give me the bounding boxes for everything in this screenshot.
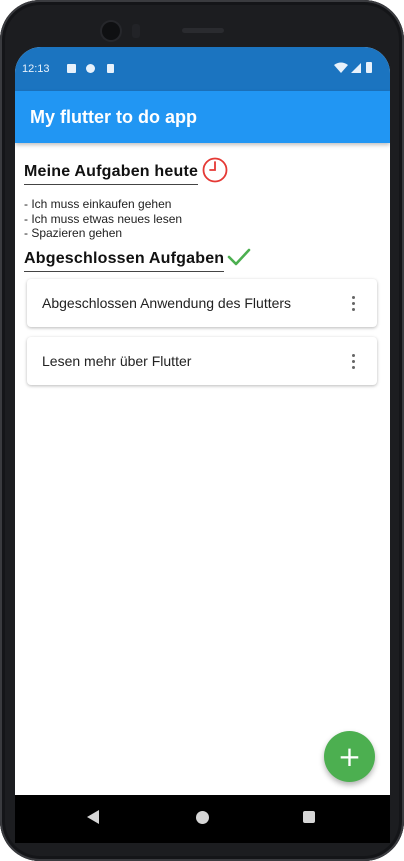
task-item: - Spazieren gehen bbox=[24, 226, 123, 240]
today-heading-text: Meine Aufgaben heute bbox=[24, 163, 199, 180]
front-camera bbox=[102, 22, 120, 40]
task-item: - Ich muss etwas neues lesen bbox=[24, 211, 183, 226]
today-heading: Meine Aufgaben heute bbox=[24, 163, 199, 185]
status-bar: 12:13 bbox=[15, 47, 390, 91]
plus-icon: + bbox=[337, 740, 362, 773]
home-icon[interactable] bbox=[196, 811, 209, 824]
today-task-list: - Ich muss einkaufen gehen - Ich muss et… bbox=[24, 197, 182, 241]
notification-a-icon bbox=[67, 64, 76, 73]
checkmark-icon bbox=[227, 248, 251, 266]
signal-icon bbox=[351, 63, 361, 73]
add-task-button[interactable]: + bbox=[324, 731, 375, 782]
status-right-icons bbox=[334, 62, 372, 73]
more-vert-icon[interactable] bbox=[343, 351, 363, 371]
recent-apps-icon[interactable] bbox=[303, 811, 315, 823]
back-icon[interactable] bbox=[87, 810, 99, 824]
battery-icon bbox=[366, 62, 372, 73]
clock-icon bbox=[202, 157, 228, 183]
completed-heading-text: Abgeschlossen Aufgaben bbox=[24, 250, 225, 267]
completed-heading: Abgeschlossen Aufgaben bbox=[24, 250, 225, 272]
app-bar: My flutter to do app bbox=[15, 91, 390, 143]
completed-card-text: Abgeschlossen Anwendung des Flutters bbox=[42, 295, 292, 311]
status-time: 12:13 bbox=[22, 63, 50, 75]
more-vert-icon[interactable] bbox=[343, 293, 363, 313]
phone-frame: 12:13 My flutter to do app Meine Aufgabe… bbox=[0, 0, 404, 861]
completed-card-text: Lesen mehr über Flutter bbox=[42, 353, 192, 369]
sensor bbox=[132, 24, 140, 38]
earpiece-speaker bbox=[182, 28, 224, 33]
completed-card[interactable]: Lesen mehr über Flutter bbox=[27, 337, 377, 385]
task-item: - Ich muss einkaufen gehen bbox=[24, 197, 172, 211]
sd-card-icon bbox=[107, 64, 114, 73]
completed-card[interactable]: Abgeschlossen Anwendung des Flutters bbox=[27, 279, 377, 327]
wifi-icon bbox=[334, 62, 348, 73]
app-title: My flutter to do app bbox=[30, 107, 197, 127]
vpn-icon bbox=[86, 64, 95, 73]
system-nav-bar bbox=[15, 795, 390, 843]
screen: 12:13 My flutter to do app Meine Aufgabe… bbox=[15, 47, 390, 843]
